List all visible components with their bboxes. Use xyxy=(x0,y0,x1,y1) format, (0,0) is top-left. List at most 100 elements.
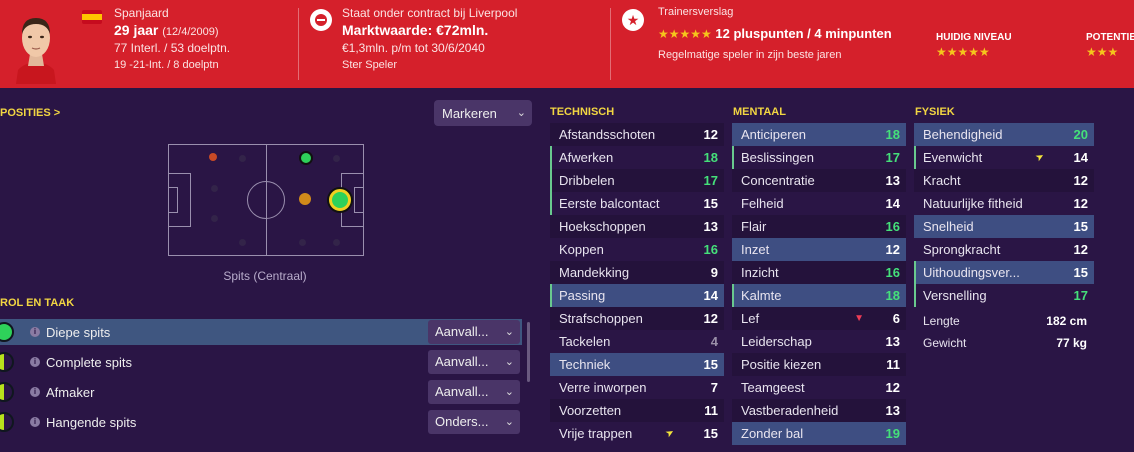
date-of-birth: (12/4/2009) xyxy=(162,26,219,38)
attribute-name: Sprongkracht xyxy=(923,242,1001,257)
attribute-row[interactable]: Tackelen 4 xyxy=(550,330,724,353)
attribute-name: Beslissingen xyxy=(741,150,814,165)
attribute-row[interactable]: Snelheid 15 xyxy=(914,215,1094,238)
duty-dropdown[interactable]: Aanvall... ⌄ xyxy=(428,320,520,344)
info-icon[interactable]: i xyxy=(30,387,40,397)
weight-row: Gewicht 77 kg xyxy=(923,336,1087,350)
attribute-value: 13 xyxy=(885,403,900,418)
attribute-name: Strafschoppen xyxy=(559,311,643,326)
contract-status[interactable]: Staat onder contract bij Liverpool xyxy=(342,6,517,20)
attribute-row[interactable]: Lef ▼ 6 xyxy=(732,307,906,330)
attribute-row[interactable]: Kalmte 18 xyxy=(732,284,906,307)
u21-caps: 19 -21-Int. / 8 doelptn xyxy=(114,59,219,71)
report-title[interactable]: Trainersverslag xyxy=(658,6,892,18)
attribute-name: Afstandsschoten xyxy=(559,127,656,142)
attribute-row[interactable]: Uithoudingsver... 15 xyxy=(914,261,1094,284)
attribute-name: Voorzetten xyxy=(559,403,622,418)
role-row[interactable]: i Hangende spits Onders... ⌄ xyxy=(0,409,522,435)
highlight-dropdown[interactable]: Markeren ⌄ xyxy=(434,100,532,126)
attribute-name: Behendigheid xyxy=(923,127,1003,142)
positions-title[interactable]: POSITIES > xyxy=(0,107,60,119)
duty-dropdown[interactable]: Aanvall... ⌄ xyxy=(428,350,520,374)
attribute-row[interactable]: Leiderschap 13 xyxy=(732,330,906,353)
role-name: Complete spits xyxy=(46,354,132,370)
physical-attributes: Behendigheid 20 Evenwicht ➤ 14 Kracht 12 Natuur… xyxy=(914,123,1094,307)
attribute-highlight-marker xyxy=(914,146,916,169)
roles-scrollbar[interactable] xyxy=(527,322,530,382)
weight-label: Gewicht xyxy=(923,336,967,350)
attribute-highlight-marker xyxy=(550,284,552,307)
highlight-dropdown-label: Markeren xyxy=(442,105,497,121)
attribute-row[interactable]: Anticiperen 18 xyxy=(732,123,906,146)
attribute-row[interactable]: Koppen 16 xyxy=(550,238,724,261)
attribute-row[interactable]: Afstandsschoten 12 xyxy=(550,123,724,146)
current-level-stars: ★★★★★ xyxy=(936,45,990,59)
role-rating-dot xyxy=(0,382,14,402)
info-icon[interactable]: i xyxy=(30,417,40,427)
attribute-name: Versnelling xyxy=(923,288,987,303)
contract-info: Staat onder contract bij Liverpool Markt… xyxy=(342,6,517,71)
market-value: Marktwaarde: €72mln. xyxy=(342,22,489,38)
player-avatar xyxy=(16,18,56,84)
attribute-row[interactable]: Versnelling 17 xyxy=(914,284,1094,307)
divider xyxy=(610,8,611,80)
attribute-row[interactable]: Kracht 12 xyxy=(914,169,1094,192)
attribute-row[interactable]: Mandekking 9 xyxy=(550,261,724,284)
info-icon[interactable]: i xyxy=(30,357,40,367)
attribute-name: Flair xyxy=(741,219,767,234)
report-stars: ★★★★★ xyxy=(658,27,712,41)
attribute-row[interactable]: Hoekschoppen 13 xyxy=(550,215,724,238)
attribute-row[interactable]: Vrije trappen ➤ 15 xyxy=(550,422,724,445)
role-name: Afmaker xyxy=(46,384,95,400)
attribute-highlight-marker xyxy=(550,146,552,169)
attribute-row[interactable]: Voorzetten 11 xyxy=(550,399,724,422)
current-level: HUIDIG NIVEAU ★★★★★ xyxy=(936,32,1012,59)
role-name: Hangende spits xyxy=(46,414,137,430)
attribute-row[interactable]: Strafschoppen 12 xyxy=(550,307,724,330)
attribute-name: Dribbelen xyxy=(559,173,615,188)
attribute-row[interactable]: Vastberadenheid 13 xyxy=(732,399,906,422)
duty-dropdown[interactable]: Onders... ⌄ xyxy=(428,410,520,434)
coach-report: Trainersverslag ★★★★★ 12 pluspunten / 4 … xyxy=(658,6,892,61)
attribute-row[interactable]: Zonder bal 19 xyxy=(732,422,906,445)
attribute-row[interactable]: Inzet 12 xyxy=(732,238,906,261)
attribute-row[interactable]: Concentratie 13 xyxy=(732,169,906,192)
attribute-row[interactable]: Behendigheid 20 xyxy=(914,123,1094,146)
attribute-row[interactable]: Flair 16 xyxy=(732,215,906,238)
attribute-name: Concentratie xyxy=(741,173,815,188)
attribute-row[interactable]: Felheid 14 xyxy=(732,192,906,215)
attribute-name: Inzet xyxy=(741,242,770,257)
attribute-row[interactable]: Dribbelen 17 xyxy=(550,169,724,192)
attribute-value: 18 xyxy=(885,288,900,303)
attribute-row[interactable]: Teamgeest 12 xyxy=(732,376,906,399)
height-row: Lengte 182 cm xyxy=(923,314,1087,328)
position-label: Spits (Centraal) xyxy=(223,269,307,283)
player-header: Spanjaard 29 jaar (12/4/2009) 77 Interl.… xyxy=(0,0,1134,88)
attribute-value: 12 xyxy=(703,127,718,142)
attribute-row[interactable]: Inzicht 16 xyxy=(732,261,906,284)
attribute-value: 12 xyxy=(703,311,718,326)
attribute-name: Zonder bal xyxy=(741,426,804,441)
attribute-row[interactable]: Beslissingen 17 xyxy=(732,146,906,169)
role-row[interactable]: i Complete spits Aanvall... ⌄ xyxy=(0,349,522,375)
attribute-row[interactable]: Natuurlijke fitheid 12 xyxy=(914,192,1094,215)
duty-dropdown[interactable]: Aanvall... ⌄ xyxy=(428,380,520,404)
role-row[interactable]: i Afmaker Aanvall... ⌄ xyxy=(0,379,522,405)
attribute-value: 16 xyxy=(885,219,900,234)
attribute-row[interactable]: Techniek 15 xyxy=(550,353,724,376)
attribute-row[interactable]: Sprongkracht 12 xyxy=(914,238,1094,261)
attribute-row[interactable]: Passing 14 xyxy=(550,284,724,307)
attribute-name: Passing xyxy=(559,288,606,303)
report-points: 12 pluspunten / 4 minpunten xyxy=(715,26,892,41)
trend-up-icon: ➤ xyxy=(663,426,677,441)
role-row[interactable]: i Diepe spits Aanvall... ⌄ xyxy=(0,319,522,345)
divider xyxy=(298,8,299,80)
attribute-value: 18 xyxy=(885,127,900,142)
attribute-row[interactable]: Verre inworpen 7 xyxy=(550,376,724,399)
attribute-value: 16 xyxy=(703,242,718,257)
attribute-row[interactable]: Evenwicht ➤ 14 xyxy=(914,146,1094,169)
attribute-row[interactable]: Positie kiezen 11 xyxy=(732,353,906,376)
attribute-row[interactable]: Afwerken 18 xyxy=(550,146,724,169)
info-icon[interactable]: i xyxy=(30,327,40,337)
attribute-row[interactable]: Eerste balcontact 15 xyxy=(550,192,724,215)
